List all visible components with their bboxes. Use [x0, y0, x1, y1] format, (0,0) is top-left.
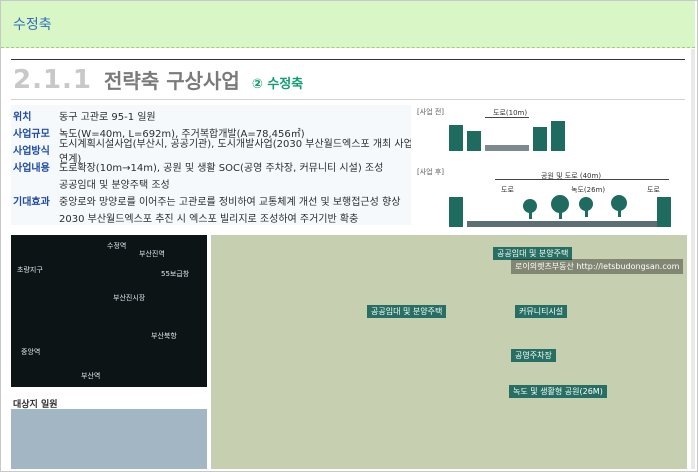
section-subtitle: ② 수정축: [251, 77, 304, 92]
park-road-label: 공원 및 도로 (40m): [541, 172, 602, 180]
section-title: 전략축 구상사업: [104, 69, 240, 93]
scrollbar-track[interactable]: [691, 49, 695, 469]
tree-trunk: [529, 211, 532, 219]
map-label: 부산진시장: [113, 294, 146, 302]
building-shape: [657, 197, 671, 227]
building-shape: [467, 131, 481, 151]
info-row: 공공임대 및 분양주택 조성: [13, 175, 417, 192]
info-label: 사업규모: [13, 129, 50, 140]
building-shape: [551, 121, 565, 151]
info-label: 위치: [13, 112, 32, 123]
info-row: 사업내용 도로확장(10m→14m), 공원 및 생활 SOC(공영 주차장, …: [13, 158, 417, 175]
info-value: 중앙로와 망양로를 이어주는 고관로를 정비하여 교통체계 개선 및 보행접근성…: [59, 197, 401, 208]
building-shape: [449, 125, 463, 151]
rendering-caption: 녹도 및 생활형 공원(26M): [509, 385, 607, 398]
section-number: 2.1.1: [13, 65, 93, 95]
info-value: 2030 부산월드엑스포 추진 시 엑스포 빌리지로 조성하여 주거기반 확충: [59, 214, 359, 225]
info-row: 위치 동구 고관로 95-1 일원: [13, 107, 417, 124]
green-road-label: 녹도(26m): [571, 186, 606, 194]
content-area: 2.1.1 전략축 구상사업 ② 수정축 위치 동구 고관로 95-1 일원 사…: [1, 49, 695, 469]
road-shape: [467, 221, 667, 227]
road-shape: [485, 145, 529, 151]
map-label: 부산역: [81, 372, 101, 380]
info-value: 공공임대 및 분양주택 조성: [59, 180, 170, 191]
tree-trunk: [618, 209, 621, 217]
project-info-table: 위치 동구 고관로 95-1 일원 사업규모 녹도(W=40m, L=692m)…: [13, 107, 417, 226]
road-before-label: 도로(10m): [493, 109, 528, 117]
info-label: 기대효과: [13, 197, 50, 208]
building-shape: [449, 197, 463, 227]
map-label: 초량지구: [17, 266, 43, 274]
info-value: 동구 고관로 95-1 일원: [59, 112, 156, 123]
after-tag: [사업 후]: [417, 168, 445, 176]
before-tag: [사업 전]: [417, 108, 445, 116]
title-divider: [11, 99, 685, 100]
map-label: 중앙역: [21, 348, 41, 356]
rendering-caption: 공영주차장: [511, 349, 556, 362]
site-panorama-photo: [11, 409, 207, 469]
rendering-caption: 공공임대 및 분양주택: [367, 305, 447, 318]
tree-trunk: [559, 211, 562, 219]
rendering-photo: 공공임대 및 분양주택 공공임대 및 분양주택 커뮤니티시설 공영주차장 녹도 …: [211, 235, 687, 469]
panel-header: 수정축: [1, 1, 695, 48]
section-diagram: [사업 전] [사업 후] 도로(10m) 공원 및 도로 (40m) 도로 녹…: [411, 105, 685, 233]
tree-trunk: [585, 209, 588, 217]
road-left-label: 도로: [501, 186, 514, 194]
info-row: 기대효과 중앙로와 망양로를 이어주는 고관로를 정비하여 교통체계 개선 및 …: [13, 192, 417, 209]
building-shape: [533, 127, 547, 151]
rendering-caption: 커뮤니티시설: [515, 305, 568, 318]
title-top-rule: [11, 59, 685, 60]
section-title-row: 2.1.1 전략축 구상사업 ② 수정축: [13, 65, 303, 99]
info-row: 2030 부산월드엑스포 추진 시 엑스포 빌리지로 조성하여 주거기반 확충: [13, 209, 417, 226]
panel-title: 수정축: [13, 17, 52, 33]
info-label: 사업방식: [13, 146, 50, 157]
info-label: 사업내용: [13, 163, 50, 174]
map-label: 부산진역: [139, 250, 165, 258]
map-label: 수정역: [107, 242, 127, 250]
map-label: 부산북항: [151, 332, 177, 340]
map-label: 55보급창: [161, 270, 190, 278]
site-map-photo: 수정역 부산진역 55보급창 부산진시장 초량지구 부산북항 중앙역 부산역: [11, 235, 207, 387]
road-right-label: 도로: [647, 186, 660, 194]
info-row: 사업방식 도시계획시설사업(부산시, 공공기관), 도시개발사업(2030 부산…: [13, 139, 417, 165]
info-value: 도로확장(10m→14m), 공원 및 생활 SOC(공영 주차장, 커뮤니티 …: [59, 163, 384, 174]
watermark-text: 로이의렛츠부동산 http://letsbudongsan.com: [511, 259, 684, 274]
